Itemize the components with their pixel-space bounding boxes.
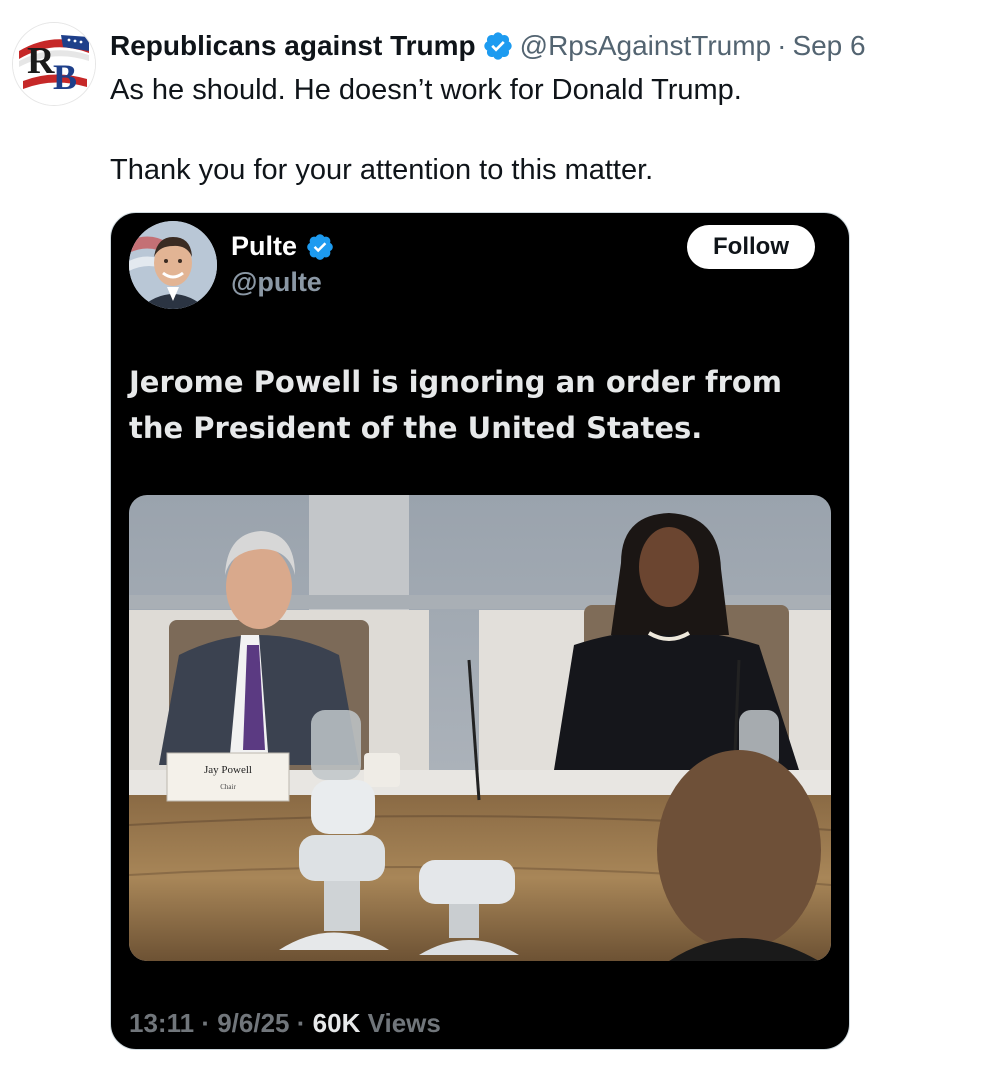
separator-dot: · xyxy=(296,1008,306,1038)
tweet-text-line: Thank you for your attention to this mat… xyxy=(110,154,654,186)
nameplate-name: Jay Powell xyxy=(204,764,252,776)
post-photo[interactable]: Jay Powell Chair xyxy=(129,495,831,961)
quoted-author-avatar[interactable] xyxy=(129,221,217,309)
quoted-author-handle[interactable]: @pulte xyxy=(231,267,322,298)
separator-dot: · xyxy=(201,1008,210,1038)
author-display-name[interactable]: Republicans against Trump xyxy=(110,26,476,66)
quoted-post-card[interactable]: Pulte @pulte Follow Jerome Powell is ign… xyxy=(110,212,850,1050)
views-count: 60K xyxy=(312,1008,361,1038)
quoted-post-footer: 13:11 · 9/6/25 · 60K Views xyxy=(129,1008,441,1039)
nameplate-title: Chair xyxy=(220,783,236,791)
post-time[interactable]: 13:11 xyxy=(129,1008,194,1038)
tweet-header: Republicans against Trump @RpsAgainstTru… xyxy=(110,26,974,66)
rb-logo-icon: R B xyxy=(13,23,95,105)
meeting-photo-image: Jay Powell Chair xyxy=(129,495,831,961)
quoted-author-display-name[interactable]: Pulte xyxy=(231,231,297,262)
tweet-body: As he should. He doesn’t work for Donald… xyxy=(110,70,970,190)
quoted-post-text: Jerome Powell is ignoring an order from … xyxy=(129,365,783,445)
svg-text:R: R xyxy=(27,40,55,82)
post-date[interactable]: 9/6/25 xyxy=(217,1008,289,1038)
person-avatar-icon xyxy=(129,221,217,309)
tweet-text-line: As he should. He doesn’t work for Donald… xyxy=(110,74,742,106)
separator-dot: · xyxy=(777,30,787,61)
verified-badge-icon xyxy=(307,233,333,260)
author-handle[interactable]: @RpsAgainstTrump xyxy=(520,26,771,66)
views-label: Views xyxy=(367,1008,441,1038)
quoted-author-name-row: Pulte xyxy=(231,231,341,262)
tweet-date[interactable]: Sep 6 xyxy=(792,26,865,66)
svg-text:B: B xyxy=(53,57,77,97)
author-avatar[interactable]: R B xyxy=(12,22,96,106)
follow-button[interactable]: Follow xyxy=(687,225,815,269)
verified-badge-icon xyxy=(483,32,512,60)
